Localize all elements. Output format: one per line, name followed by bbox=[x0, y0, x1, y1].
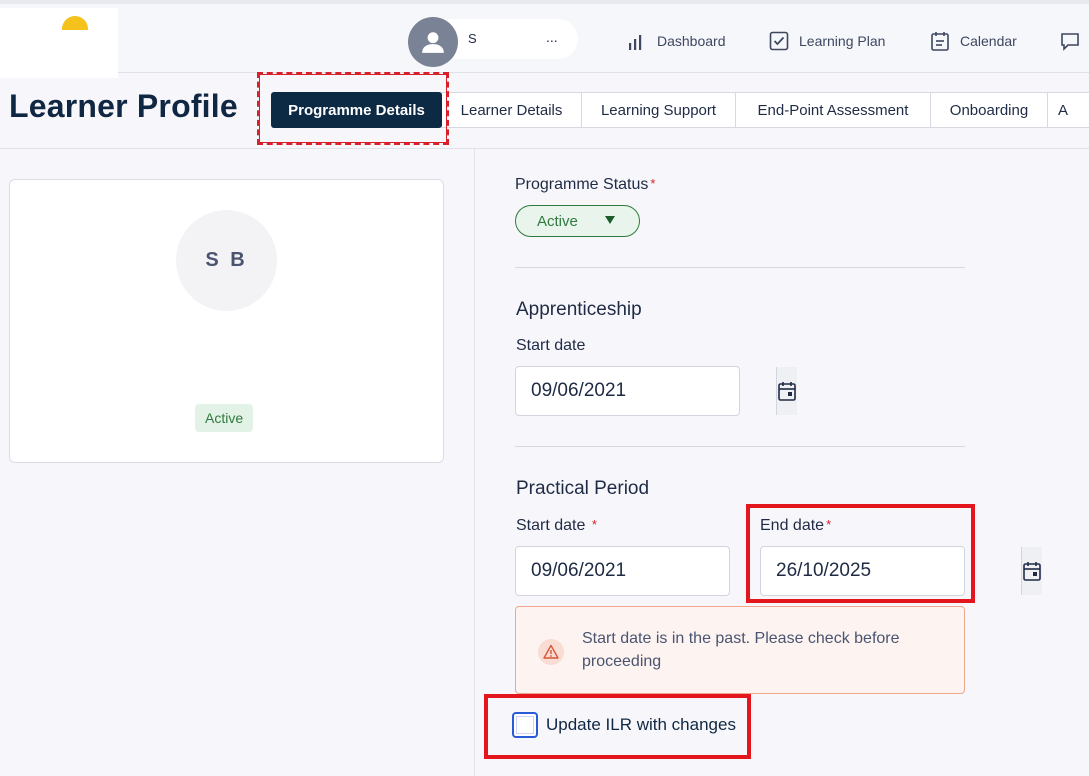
apprenticeship-start-date-input[interactable] bbox=[516, 367, 776, 415]
practical-start-date-field bbox=[515, 546, 797, 596]
nav-dashboard-label: Dashboard bbox=[657, 33, 726, 49]
update-ilr-label: Update ILR with changes bbox=[546, 715, 736, 734]
tab-truncated[interactable]: A bbox=[1048, 92, 1078, 128]
apprenticeship-start-date-label: Start date bbox=[516, 337, 586, 354]
nav-learning-plan-label: Learning Plan bbox=[799, 33, 886, 49]
calendar-icon bbox=[1023, 562, 1041, 581]
nav-learning-plan[interactable]: Learning Plan bbox=[769, 30, 885, 52]
user-menu[interactable]: S ... bbox=[408, 17, 578, 67]
section-divider bbox=[515, 267, 965, 268]
message-icon bbox=[1061, 33, 1079, 51]
page-title: Learner Profile bbox=[9, 88, 238, 124]
logo-area bbox=[0, 8, 118, 78]
user-name: S bbox=[468, 31, 477, 46]
nav-calendar-label: Calendar bbox=[960, 33, 1017, 49]
warning-message: Start date is in the past. Please check … bbox=[582, 630, 900, 670]
profile-card: S B Active bbox=[9, 179, 444, 463]
nav-dashboard[interactable]: Dashboard bbox=[627, 30, 726, 52]
practical-start-date-input[interactable] bbox=[516, 547, 776, 595]
warning-icon bbox=[538, 639, 564, 665]
practical-end-date-input[interactable] bbox=[761, 547, 1021, 595]
update-ilr-checkbox[interactable] bbox=[512, 712, 538, 738]
checkbox-icon bbox=[769, 31, 789, 51]
practical-period-title: Practical Period bbox=[516, 478, 650, 499]
user-name-ellipsis: ... bbox=[546, 29, 558, 45]
nav-messages[interactable] bbox=[1060, 30, 1080, 52]
panel-divider bbox=[474, 148, 475, 776]
practical-end-date-label-text: End date bbox=[760, 517, 825, 534]
header-divider bbox=[0, 148, 1089, 149]
practical-start-date-label: Start date * bbox=[516, 517, 597, 535]
practical-start-date-label-text: Start date bbox=[516, 517, 586, 534]
learner-initials-avatar: S B bbox=[176, 210, 277, 311]
status-badge: Active bbox=[195, 404, 254, 432]
user-avatar-icon bbox=[408, 17, 458, 67]
tab-learner-details[interactable]: Learner Details bbox=[442, 92, 581, 128]
tab-onboarding[interactable]: Onboarding bbox=[931, 92, 1047, 128]
top-bar: S ... Dashboard Learning Plan Calendar bbox=[0, 0, 1089, 78]
apprenticeship-start-date-field bbox=[515, 366, 797, 416]
nav-calendar[interactable]: Calendar bbox=[930, 30, 1017, 52]
programme-status-select[interactable]: Active bbox=[515, 205, 640, 237]
apprenticeship-title: Apprenticeship bbox=[516, 299, 642, 320]
tab-learning-support[interactable]: Learning Support bbox=[582, 92, 735, 128]
bar-chart-icon bbox=[629, 35, 642, 50]
programme-status-label-text: Programme Status bbox=[515, 176, 649, 193]
section-divider bbox=[515, 446, 965, 447]
programme-status-value: Active bbox=[537, 212, 578, 230]
calendar-icon bbox=[778, 382, 796, 401]
update-ilr-option[interactable]: Update ILR with changes bbox=[512, 712, 736, 738]
apprenticeship-start-date-picker-button[interactable] bbox=[776, 367, 797, 415]
required-mark: * bbox=[650, 176, 656, 191]
tab-programme-details[interactable]: Programme Details bbox=[271, 92, 442, 128]
chevron-down-icon bbox=[605, 216, 615, 224]
practical-end-date-field bbox=[760, 546, 1042, 596]
start-date-warning: Start date is in the past. Please check … bbox=[515, 606, 965, 694]
programme-status-label: Programme Status * bbox=[515, 176, 655, 194]
practical-end-date-label: End date * bbox=[760, 517, 831, 535]
required-mark: * bbox=[826, 517, 832, 532]
logo[interactable] bbox=[62, 16, 88, 30]
required-mark: * bbox=[591, 517, 597, 532]
tab-end-point-assessment[interactable]: End-Point Assessment bbox=[736, 92, 930, 128]
practical-end-date-picker-button[interactable] bbox=[1021, 547, 1042, 595]
calendar-icon bbox=[931, 32, 949, 51]
